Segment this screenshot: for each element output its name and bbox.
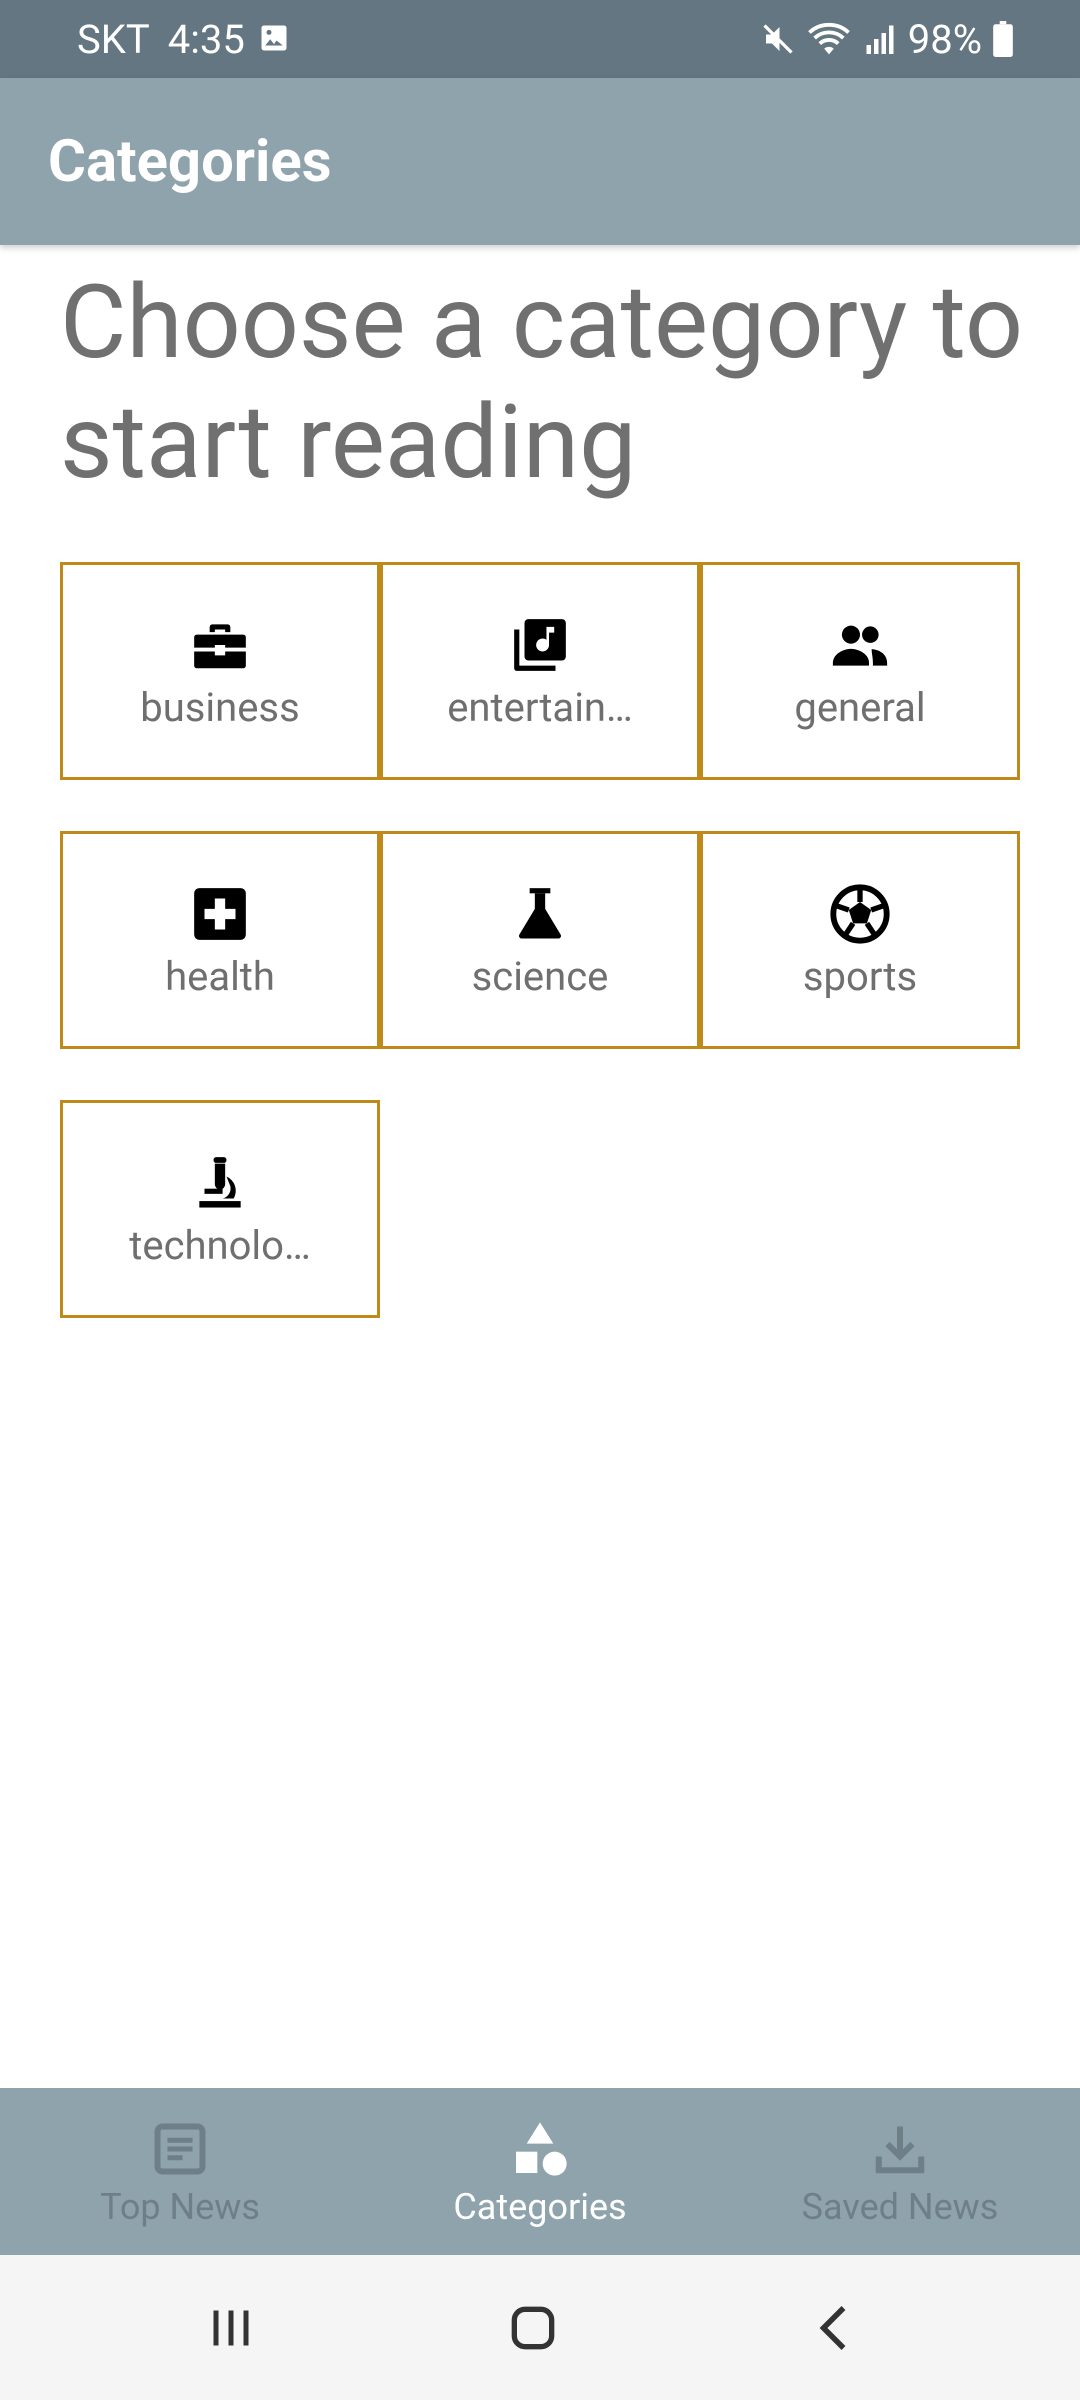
medical-cross-icon bbox=[187, 881, 253, 947]
category-tile-health[interactable]: health bbox=[60, 831, 380, 1049]
category-grid: business entertain… general health scien… bbox=[0, 0, 1080, 1400]
category-label: entertain… bbox=[447, 683, 633, 731]
category-tile-technology[interactable]: technolo… bbox=[60, 1100, 380, 1318]
category-tile-general[interactable]: general bbox=[700, 562, 1020, 780]
nav-top-news[interactable]: Top News bbox=[0, 2088, 360, 2255]
back-button[interactable] bbox=[756, 2255, 916, 2400]
category-label: general bbox=[794, 683, 926, 731]
people-icon bbox=[827, 612, 893, 678]
microscope-icon bbox=[187, 1150, 253, 1216]
nav-saved-news[interactable]: Saved News bbox=[720, 2088, 1080, 2255]
nav-label: Saved News bbox=[801, 2185, 999, 2228]
briefcase-icon bbox=[187, 612, 253, 678]
category-label: health bbox=[165, 952, 275, 1000]
category-shapes-icon bbox=[507, 2116, 573, 2182]
bottom-nav: Top News Categories Saved News bbox=[0, 2088, 1080, 2255]
nav-label: Categories bbox=[453, 2185, 627, 2228]
flask-icon bbox=[507, 881, 573, 947]
recent-apps-button[interactable] bbox=[151, 2255, 311, 2400]
recent-apps-icon bbox=[213, 2310, 249, 2345]
category-tile-sports[interactable]: sports bbox=[700, 831, 1020, 1049]
category-label: technolo… bbox=[129, 1221, 311, 1269]
category-label: sports bbox=[802, 952, 918, 1000]
category-tile-science[interactable]: science bbox=[380, 831, 700, 1049]
category-label: business bbox=[140, 683, 300, 731]
nav-categories[interactable]: Categories bbox=[360, 2088, 720, 2255]
article-icon bbox=[147, 2116, 213, 2182]
category-tile-entertainment[interactable]: entertain… bbox=[380, 562, 700, 780]
library-music-icon bbox=[507, 612, 573, 678]
system-nav-bar bbox=[0, 2255, 1080, 2400]
download-icon bbox=[867, 2116, 933, 2182]
soccer-ball-icon bbox=[827, 881, 893, 947]
category-tile-business[interactable]: business bbox=[60, 562, 380, 780]
home-button[interactable] bbox=[453, 2255, 613, 2400]
category-label: science bbox=[471, 952, 609, 1000]
home-icon bbox=[511, 2306, 555, 2349]
back-icon bbox=[819, 2305, 846, 2350]
nav-label: Top News bbox=[100, 2185, 260, 2228]
